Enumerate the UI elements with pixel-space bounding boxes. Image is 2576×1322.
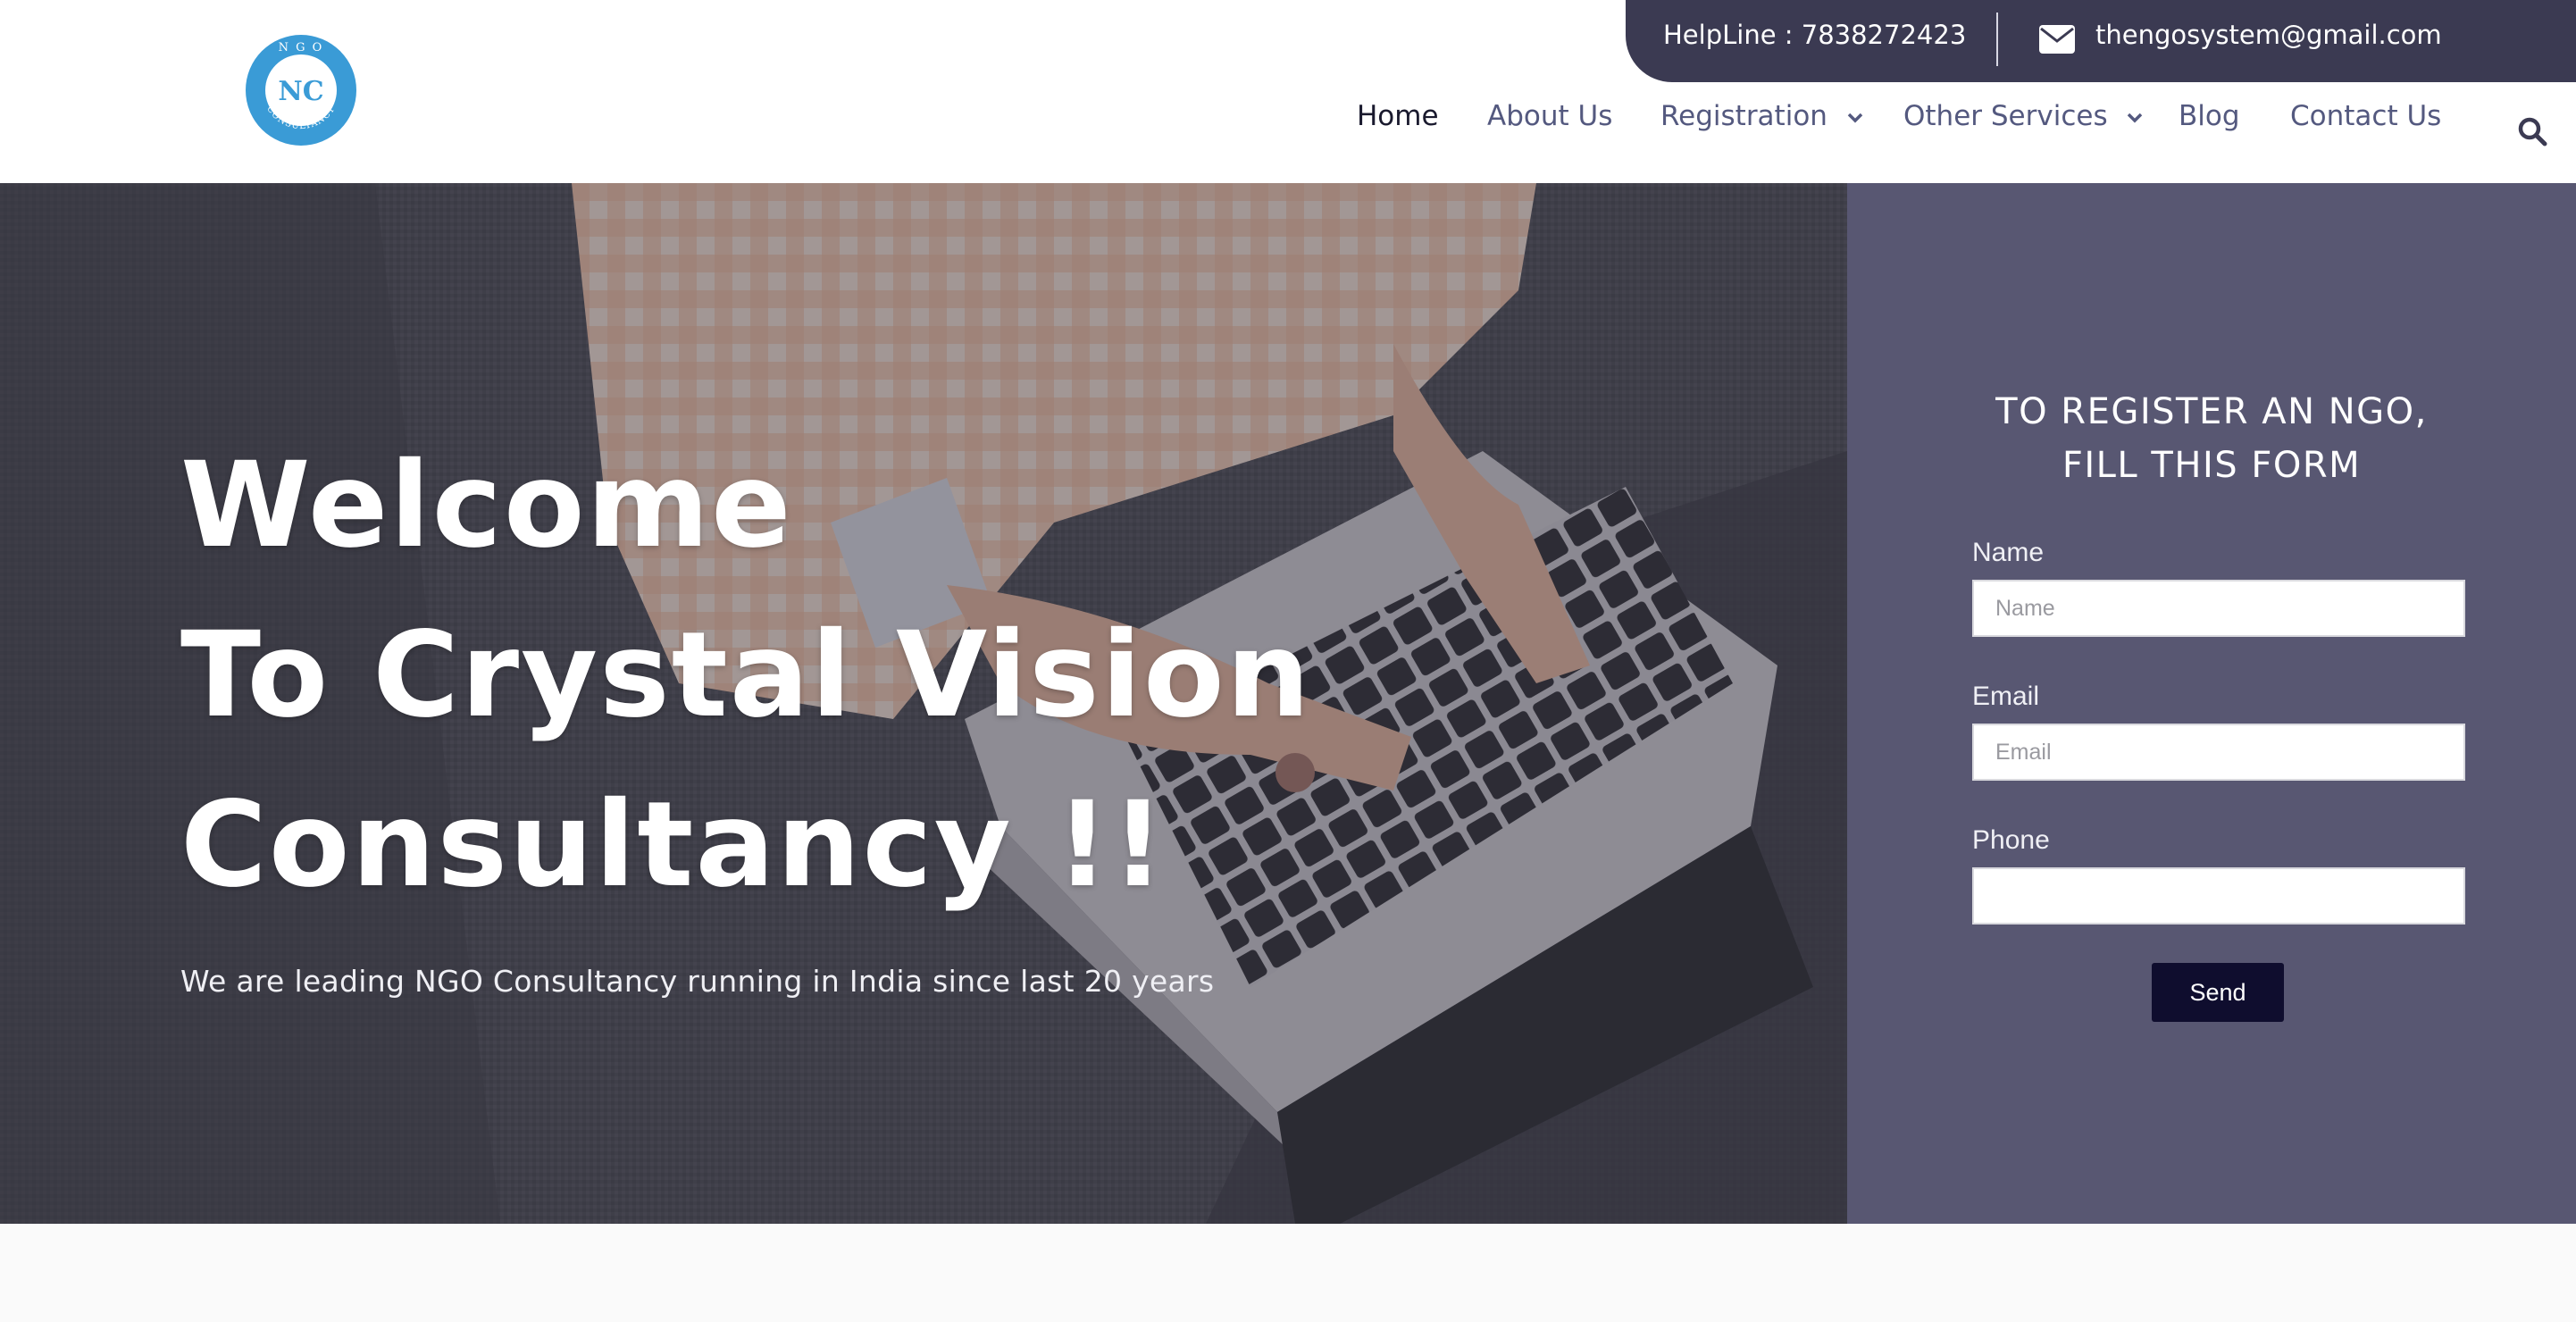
hero-title-line-3: Consultancy !! <box>180 776 1167 914</box>
name-input[interactable] <box>1972 580 2465 637</box>
helpline-text[interactable]: HelpLine : 7838272423 <box>1663 20 1966 50</box>
topbar-divider <box>1996 13 1998 66</box>
nav-other-services-label: Other Services <box>1903 100 2108 132</box>
nav-blog[interactable]: Blog <box>2179 100 2240 132</box>
phone-input[interactable] <box>1972 867 2465 925</box>
name-label: Name <box>1972 538 2045 567</box>
form-title-line-1: TO REGISTER AN NGO, <box>1995 391 2428 432</box>
email-label: Email <box>1972 682 2040 711</box>
site-header: N G O CONSULTANCY NC HelpLine : 78382724… <box>0 0 2576 183</box>
nav-home[interactable]: Home <box>1357 100 1439 132</box>
nav-other-services[interactable]: Other Services <box>1903 100 2143 132</box>
envelope-icon <box>2039 25 2075 54</box>
form-title: TO REGISTER AN NGO, FILL THIS FORM <box>1847 385 2576 492</box>
contact-topbar: HelpLine : 7838272423 thengosystem@gmail… <box>1626 0 2576 82</box>
chevron-down-icon <box>1847 113 1863 122</box>
nav-about-us-label: About Us <box>1487 100 1613 132</box>
hero-title-line-1: Welcome <box>180 437 793 574</box>
hero-text-block: Welcome To Crystal Vision Consultancy !!… <box>180 421 1312 999</box>
form-title-line-2: FILL THIS FORM <box>2062 445 2362 486</box>
hero-subtitle: We are leading NGO Consultancy running i… <box>180 964 1215 999</box>
next-section-strip <box>0 1224 2576 1322</box>
logo-top-text: N G O <box>279 41 324 54</box>
nav-registration-label: Registration <box>1660 100 1827 132</box>
hero-banner: Welcome To Crystal Vision Consultancy !!… <box>0 183 1847 1224</box>
nav-contact-us-label: Contact Us <box>2290 100 2442 132</box>
hero-title-line-2: To Crystal Vision <box>180 607 1312 744</box>
nav-home-label: Home <box>1357 100 1439 132</box>
email-link[interactable]: thengosystem@gmail.com <box>2095 20 2442 50</box>
nav-contact-us[interactable]: Contact Us <box>2290 100 2441 132</box>
nav-about-us[interactable]: About Us <box>1487 100 1612 132</box>
ngo-registration-form: TO REGISTER AN NGO, FILL THIS FORM Name … <box>1847 183 2576 1224</box>
nav-registration[interactable]: Registration <box>1660 100 1863 132</box>
email-input[interactable] <box>1972 724 2465 781</box>
phone-label: Phone <box>1972 825 2050 855</box>
chevron-down-icon <box>2128 113 2143 122</box>
nav-blog-label: Blog <box>2179 100 2240 132</box>
ngo-consultancy-logo[interactable]: N G O CONSULTANCY NC <box>245 34 357 146</box>
send-button[interactable]: Send <box>2152 963 2284 1022</box>
logo-monogram: NC <box>278 76 323 107</box>
search-icon[interactable] <box>2517 116 2547 146</box>
